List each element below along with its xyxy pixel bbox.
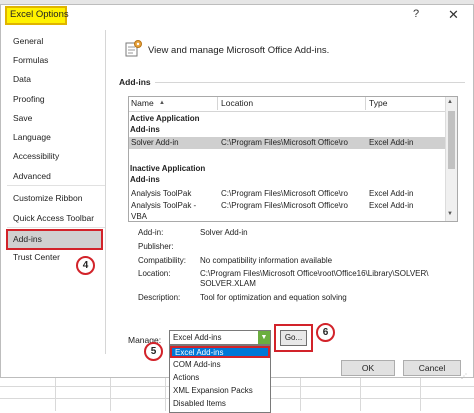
dropdown-option-com-addins[interactable]: COM Add-ins	[170, 359, 270, 371]
dropdown-option-actions[interactable]: Actions	[170, 372, 270, 384]
sidebar-item-accessibility[interactable]: Accessibility	[13, 151, 59, 161]
manage-select[interactable]: Excel Add-ins ▼	[169, 330, 271, 345]
detail-label-description: Description:	[138, 293, 181, 302]
help-icon[interactable]: ?	[413, 8, 419, 20]
detail-label-location: Location:	[138, 269, 171, 278]
scroll-down-icon[interactable]: ▼	[447, 211, 453, 217]
cancel-button[interactable]: Cancel	[403, 360, 461, 376]
step-badge-6: 6	[316, 323, 335, 342]
section-title: Add-ins	[119, 77, 151, 87]
ok-button[interactable]: OK	[341, 360, 395, 376]
sidebar-item-general[interactable]: General	[13, 36, 43, 46]
addins-gear-icon	[125, 40, 142, 57]
window-title: Excel Options	[10, 9, 69, 20]
dropdown-option-xml-expansion-packs[interactable]: XML Expansion Packs	[170, 385, 270, 397]
detail-label-addin: Add-in:	[138, 228, 164, 237]
sidebar-item-data[interactable]: Data	[13, 74, 31, 84]
detail-value-location: C:\Program Files\Microsoft Office\root\O…	[200, 269, 429, 278]
group-title-inactive-line2: Add-ins	[130, 175, 160, 184]
cell-location: C:\Program Files\Microsoft Office\ro	[221, 138, 348, 147]
table-row[interactable]: Analysis ToolPak C:\Program Files\Micros…	[129, 188, 447, 200]
cell-name: Solver Add-in	[131, 138, 179, 147]
sidebar-item-save[interactable]: Save	[13, 113, 32, 123]
detail-value-location-line2: SOLVER.XLAM	[200, 279, 256, 288]
column-header-type[interactable]: Type	[369, 98, 387, 108]
manage-select-value: Excel Add-ins	[173, 333, 222, 342]
cell-location: C:\Program Files\Microsoft Office\ro	[221, 201, 348, 210]
cell-type: Excel Add-in	[369, 138, 414, 147]
manage-dropdown-list[interactable]: Excel Add-ins COM Add-ins Actions XML Ex…	[169, 345, 271, 413]
sidebar-nav: General Formulas Data Proofing Save Lang…	[7, 30, 106, 354]
sidebar-divider	[7, 227, 105, 228]
sidebar-item-add-ins[interactable]: Add-ins	[6, 229, 103, 250]
scroll-up-icon[interactable]: ▲	[447, 99, 453, 105]
column-separator	[217, 97, 218, 110]
group-title-active-line2: Add-ins	[130, 125, 160, 134]
cell-name: Analysis ToolPak -	[131, 201, 197, 210]
sidebar-item-trust-center[interactable]: Trust Center	[13, 252, 60, 262]
sidebar-item-advanced[interactable]: Advanced	[13, 171, 51, 181]
sidebar-item-formulas[interactable]: Formulas	[13, 55, 48, 65]
detail-value-addin: Solver Add-in	[200, 228, 248, 237]
detail-label-compatibility: Compatibility:	[138, 256, 187, 265]
cell-type: Excel Add-in	[369, 201, 414, 210]
sidebar-item-proofing[interactable]: Proofing	[13, 94, 45, 104]
column-header-name[interactable]: Name	[131, 98, 154, 108]
cell-location: C:\Program Files\Microsoft Office\ro	[221, 189, 348, 198]
step-badge-5: 5	[144, 342, 163, 361]
group-title-inactive: Inactive Application	[130, 164, 206, 173]
step-badge-4: 4	[76, 256, 95, 275]
addins-table[interactable]: Name ▲ Location Type Active Application …	[128, 96, 458, 222]
detail-label-publisher: Publisher:	[138, 242, 174, 251]
cell-name: VBA	[131, 212, 148, 221]
table-header: Name ▲ Location Type	[129, 97, 447, 112]
sort-ascending-icon: ▲	[159, 100, 165, 106]
title-bar: Excel Options ? ✕	[1, 5, 473, 27]
close-icon[interactable]: ✕	[448, 7, 459, 23]
dropdown-option-disabled-items[interactable]: Disabled Items	[170, 398, 270, 410]
column-header-location[interactable]: Location	[221, 98, 253, 108]
scroll-thumb[interactable]	[448, 111, 455, 169]
cell-name: Analysis ToolPak	[131, 189, 192, 198]
sidebar-item-quick-access-toolbar[interactable]: Quick Access Toolbar	[13, 213, 94, 223]
cell-type: Excel Add-in	[369, 189, 414, 198]
detail-value-description: Tool for optimization and equation solvi…	[200, 293, 347, 302]
dropdown-option-excel-addins[interactable]: Excel Add-ins	[170, 346, 270, 358]
column-separator	[365, 97, 366, 110]
section-divider	[155, 82, 465, 83]
chevron-down-icon[interactable]: ▼	[258, 331, 270, 344]
vertical-scrollbar[interactable]: ▲ ▼	[445, 97, 457, 221]
excel-options-dialog: Excel Options ? ✕ General Formulas Data …	[0, 4, 474, 413]
group-title-active: Active Application	[130, 114, 200, 123]
page-header-text: View and manage Microsoft Office Add-ins…	[148, 45, 330, 56]
table-row[interactable]: Solver Add-in C:\Program Files\Microsoft…	[129, 137, 447, 149]
go-button[interactable]: Go...	[280, 330, 307, 346]
sidebar-item-label: Add-ins	[13, 234, 42, 244]
sidebar-item-language[interactable]: Language	[13, 132, 51, 142]
detail-value-compatibility: No compatibility information available	[200, 256, 333, 265]
table-row[interactable]: VBA	[129, 211, 447, 221]
sidebar-item-customize-ribbon[interactable]: Customize Ribbon	[13, 193, 82, 203]
sidebar-divider	[7, 185, 105, 186]
resize-grip-icon[interactable]: ⋰	[461, 373, 467, 380]
